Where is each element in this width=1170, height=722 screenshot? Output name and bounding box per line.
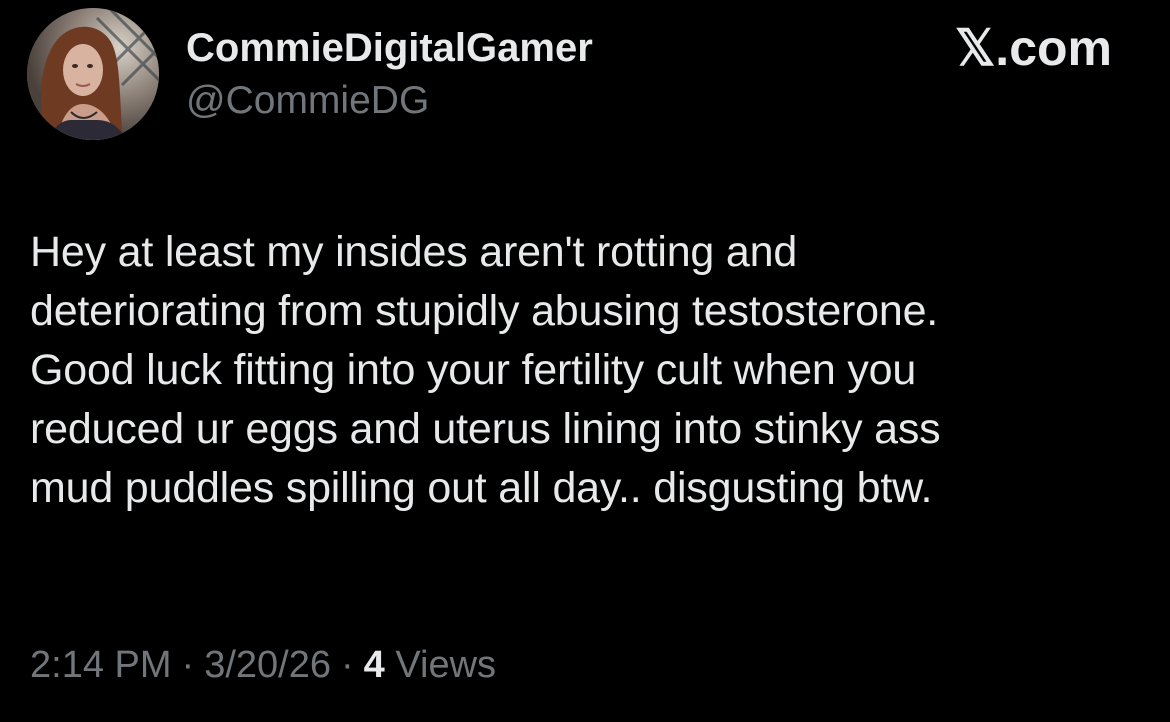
- tweet-text-line: Hey at least my insides aren't rotting a…: [30, 228, 798, 276]
- tweet-text-line: deteriorating from stupidly abusing test…: [30, 287, 939, 335]
- separator-dot: ·: [340, 644, 354, 686]
- tweet-date[interactable]: 3/20/26: [204, 644, 331, 686]
- tweet-time[interactable]: 2:14 PM: [30, 644, 172, 686]
- tweet-text: Hey at least my insides aren't rotting a…: [30, 223, 1150, 518]
- user-info: CommieDigitalGamer @CommieDG: [186, 24, 593, 124]
- x-logo-watermark: 𝕏.com: [955, 20, 1112, 76]
- tweet-text-line: reduced ur eggs and uterus lining into s…: [30, 405, 941, 453]
- tweet-text-line: Good luck fitting into your fertility cu…: [30, 346, 917, 394]
- tweet-card: CommieDigitalGamer @CommieDG 𝕏.com Hey a…: [0, 0, 1170, 722]
- display-name[interactable]: CommieDigitalGamer: [186, 24, 593, 72]
- views-count[interactable]: 4: [364, 644, 385, 686]
- user-handle[interactable]: @CommieDG: [186, 78, 593, 124]
- views-label[interactable]: Views: [395, 644, 496, 686]
- avatar[interactable]: [27, 8, 159, 140]
- tweet-text-line: mud puddles spilling out all day.. disgu…: [30, 464, 933, 512]
- separator-dot: ·: [181, 644, 195, 686]
- tweet-metadata: 2:14 PM · 3/20/26 · 4 Views: [30, 642, 496, 688]
- profile-photo-icon: [27, 8, 159, 140]
